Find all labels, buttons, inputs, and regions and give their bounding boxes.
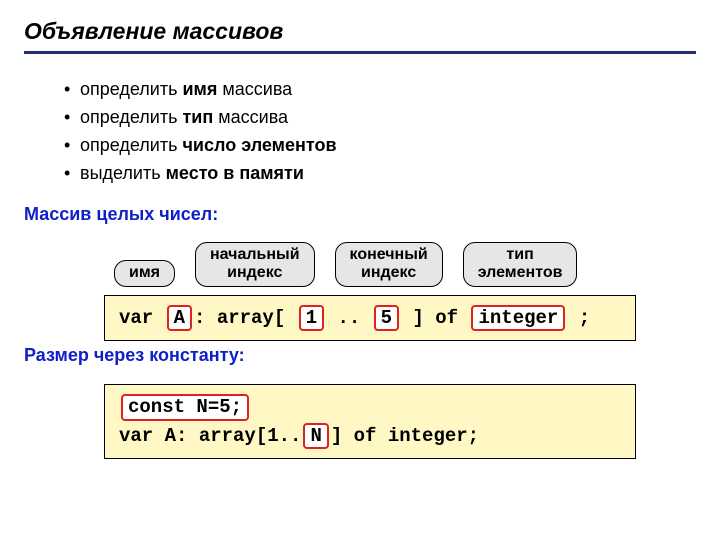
- page-title: Объявление массивов: [24, 18, 696, 54]
- bullet-text: массива: [213, 107, 288, 127]
- bullet-text: определить: [80, 79, 182, 99]
- label-row: имя начальный индекс конечный индекс тип…: [114, 237, 696, 287]
- code-block-2: const N=5; var A: array[1..N] of integer…: [104, 384, 636, 459]
- caption-elem-type: тип элементов: [463, 242, 578, 287]
- bullet-list: определить имя массива определить тип ма…: [64, 76, 696, 188]
- caption-end-index: конечный индекс: [335, 242, 443, 287]
- list-item: выделить место в памяти: [64, 160, 696, 188]
- bullet-text: выделить: [80, 163, 166, 183]
- bullet-text: определить: [80, 135, 182, 155]
- code-block-1: var A: array[ 1 .. 5 ] of integer ;: [104, 295, 636, 342]
- list-item: определить имя массива: [64, 76, 696, 104]
- code-text: ;: [567, 307, 590, 329]
- bullet-text: массива: [217, 79, 292, 99]
- code-hl-n: N: [303, 423, 328, 450]
- bullet-strong: место в памяти: [166, 163, 304, 183]
- code-text: ] of: [401, 307, 469, 329]
- code-hl-start: 1: [299, 305, 324, 332]
- code-text: : array[: [194, 307, 297, 329]
- code-text: var: [119, 307, 165, 329]
- list-item: определить тип массива: [64, 104, 696, 132]
- subheading-const: Размер через константу:: [24, 345, 696, 366]
- code-text: var A: array[1..: [119, 425, 301, 447]
- caption-name: имя: [114, 260, 175, 286]
- code-hl-end: 5: [374, 305, 399, 332]
- bullet-strong: имя: [182, 79, 217, 99]
- code-hl-name: A: [167, 305, 192, 332]
- code-text: ] of integer;: [331, 425, 479, 447]
- subheading-int-array: Массив целых чисел:: [24, 204, 696, 225]
- bullet-text: определить: [80, 107, 182, 127]
- list-item: определить число элементов: [64, 132, 696, 160]
- caption-start-index: начальный индекс: [195, 242, 315, 287]
- bullet-strong: тип: [182, 107, 213, 127]
- code-hl-const: const N=5;: [121, 394, 249, 421]
- bullet-strong: число элементов: [182, 135, 336, 155]
- code-hl-type: integer: [471, 305, 565, 332]
- code-text: ..: [326, 307, 372, 329]
